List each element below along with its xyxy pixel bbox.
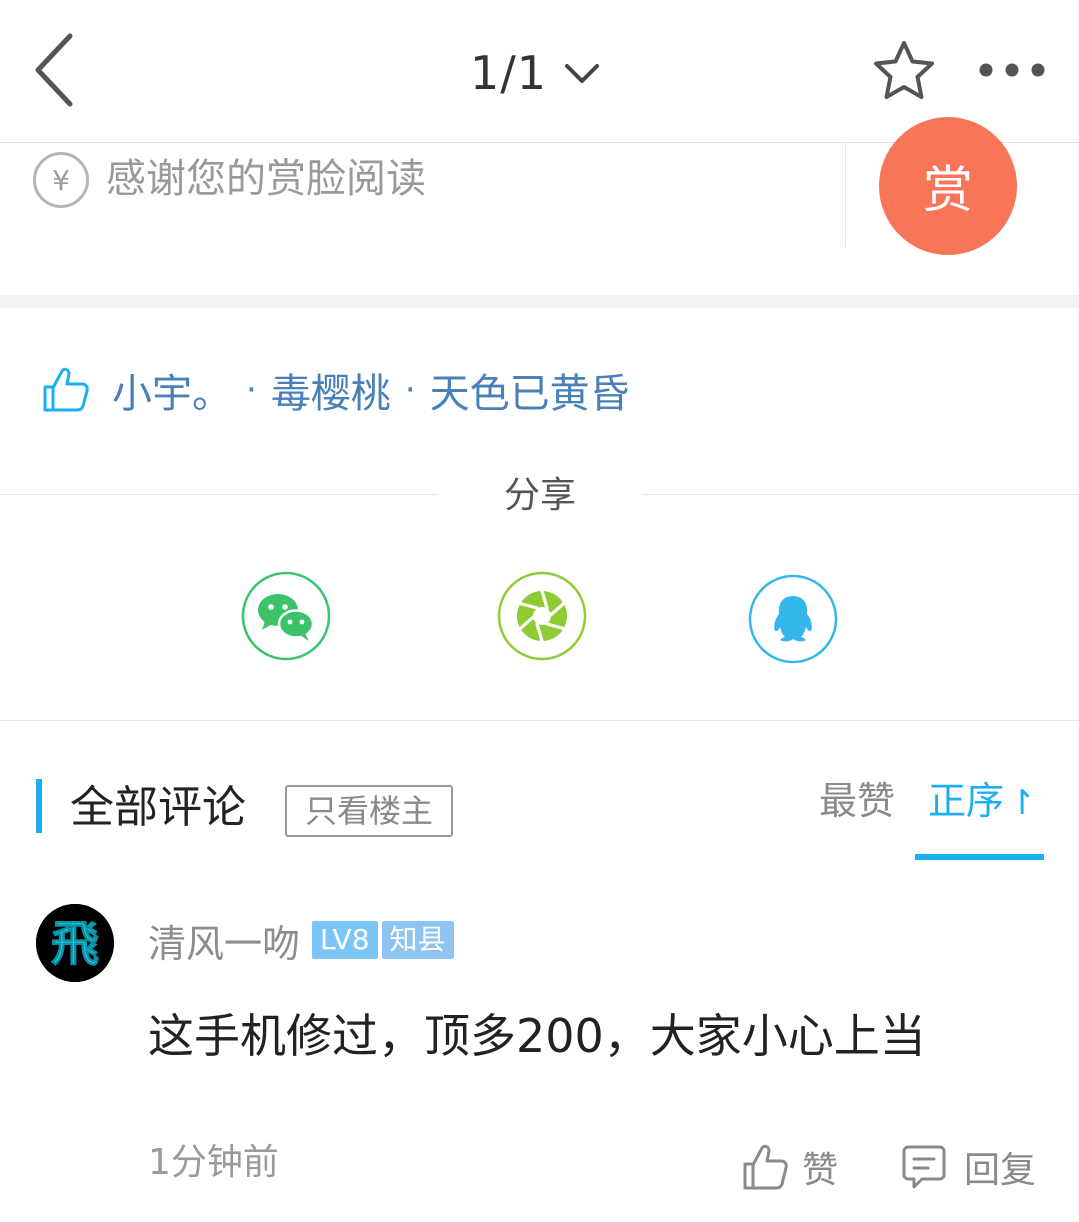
top-nav-bar: 1/1: [0, 0, 1079, 143]
back-arrow-icon: [35, 33, 73, 107]
svg-text:¥: ¥: [52, 164, 70, 197]
likes-row: 小宇。 · 毒樱桃 · 天色已黄昏: [40, 360, 630, 420]
comment-bubble-icon: [902, 1145, 946, 1189]
more-dots-icon: [979, 63, 1045, 77]
owner-only-button[interactable]: 只看楼主: [285, 785, 453, 837]
liker-name[interactable]: 天色已黄昏: [430, 361, 630, 419]
sort-top-tab[interactable]: 最赞: [819, 776, 895, 826]
liker-separator: ·: [246, 370, 257, 410]
avatar[interactable]: 飛: [36, 904, 114, 982]
reward-button[interactable]: 赏: [879, 117, 1017, 255]
chevron-down-icon: [565, 64, 600, 83]
level-badge: LV8: [312, 921, 378, 959]
like-button[interactable]: 赞: [742, 1140, 838, 1194]
comment-timestamp: 1分钟前: [148, 1142, 279, 1183]
more-button[interactable]: [972, 54, 1052, 86]
reward-divider: [845, 143, 846, 247]
share-divider-right: [642, 494, 1079, 495]
moments-icon: [497, 571, 587, 661]
yen-coin-icon: ¥: [33, 152, 89, 208]
section-gap: [0, 295, 1079, 308]
page-indicator[interactable]: 1/1: [470, 38, 601, 108]
sort-asc-label: 正序: [928, 779, 1005, 823]
comment-meta: 清风一吻 LV8 知县: [148, 913, 458, 968]
thumbs-up-icon: [743, 1144, 788, 1190]
reward-section: ¥ 感谢您的赏脸阅读 赏: [0, 117, 1079, 295]
share-wechat-button[interactable]: [241, 571, 331, 661]
reply-label: 回复: [964, 1150, 1037, 1191]
sort-asc-tab[interactable]: 正序 ↾: [928, 776, 1037, 828]
liker-separator: ·: [404, 370, 416, 410]
thumbs-up-icon: [43, 367, 89, 412]
share-divider-left: [0, 494, 438, 495]
avatar-image: 飛: [36, 904, 114, 982]
share-title: 分享: [503, 475, 576, 516]
active-tab-indicator: [915, 854, 1044, 860]
comments-accent-bar: [36, 779, 42, 833]
svg-text:飛: 飛: [51, 916, 99, 972]
like-label: 赞: [802, 1150, 839, 1191]
comment-body: 这手机修过，顶多200，大家小心上当: [148, 1009, 926, 1063]
wechat-icon: [241, 571, 331, 661]
comments-title: 全部评论: [70, 782, 246, 833]
share-moments-button[interactable]: [497, 571, 587, 661]
star-icon: [874, 41, 934, 99]
page-indicator-text: 1/1: [470, 46, 548, 100]
comment-username[interactable]: 清风一吻: [148, 913, 300, 968]
qq-icon: [748, 574, 838, 664]
section-divider: [0, 720, 1079, 721]
liker-name[interactable]: 毒樱桃: [271, 361, 391, 419]
favorite-button[interactable]: [870, 38, 938, 104]
reward-prompt: 感谢您的赏脸阅读: [106, 156, 426, 202]
sort-arrow-icon: ↾: [1008, 783, 1037, 823]
liker-name[interactable]: 小宇。: [112, 361, 232, 419]
title-badge: 知县: [381, 921, 454, 959]
share-qq-button[interactable]: [748, 574, 838, 664]
reply-button[interactable]: 回复: [902, 1140, 1036, 1194]
back-button[interactable]: [24, 30, 88, 110]
